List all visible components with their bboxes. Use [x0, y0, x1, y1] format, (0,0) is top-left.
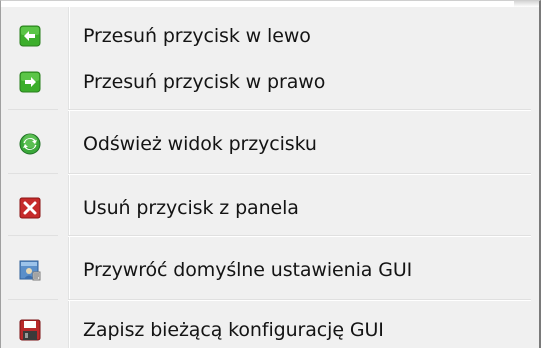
- context-menu: Przesuń przycisk w lewo Przesuń przycisk…: [0, 0, 541, 348]
- delete-icon: [17, 195, 43, 221]
- refresh-icon: [17, 131, 43, 157]
- menu-item-delete[interactable]: Usuń przycisk z panela: [1, 189, 531, 227]
- menu-item-restore-defaults[interactable]: Przywróć domyślne ustawienia GUI: [1, 251, 531, 289]
- menu-separator: [8, 299, 531, 301]
- menu-item-label: Przesuń przycisk w prawo: [83, 71, 326, 93]
- menu-separator: [8, 235, 531, 237]
- menu-item-label: Przywróć domyślne ustawienia GUI: [83, 259, 413, 281]
- arrow-left-icon: [17, 23, 43, 49]
- menu-item-label: Odśwież widok przycisku: [83, 133, 317, 155]
- icon-gutter-divider: [68, 7, 70, 348]
- menu-item-label: Zapisz bieżącą konfigurację GUI: [83, 319, 384, 341]
- restore-settings-icon: [17, 257, 43, 283]
- menu-separator: [8, 109, 531, 111]
- menu-item-label: Usuń przycisk z panela: [83, 197, 299, 219]
- menu-item-move-right[interactable]: Przesuń przycisk w prawo: [1, 63, 531, 101]
- menu-item-save-config[interactable]: Zapisz bieżącą konfigurację GUI: [1, 311, 531, 348]
- menu-item-move-left[interactable]: Przesuń przycisk w lewo: [1, 17, 531, 55]
- menu-item-label: Przesuń przycisk w lewo: [83, 25, 311, 47]
- menu-separator: [8, 173, 531, 175]
- save-icon: [17, 317, 43, 343]
- menu-top-edge: [1, 1, 539, 7]
- arrow-right-icon: [17, 69, 43, 95]
- menu-item-refresh[interactable]: Odśwież widok przycisku: [1, 125, 531, 163]
